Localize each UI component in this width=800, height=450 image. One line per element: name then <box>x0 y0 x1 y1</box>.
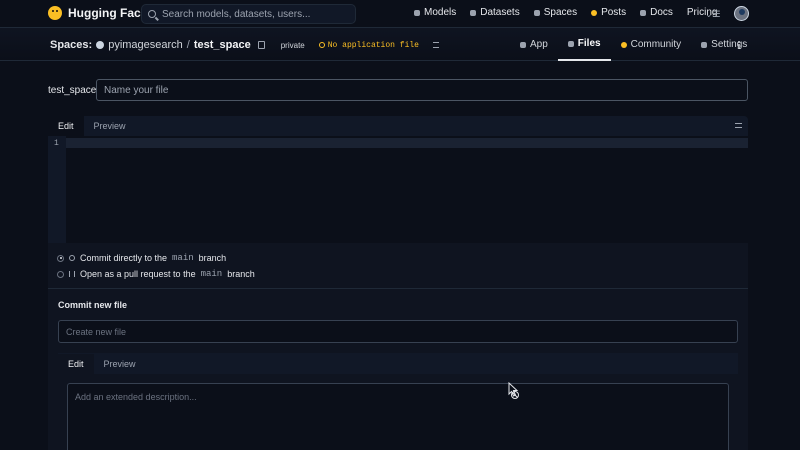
copy-icon[interactable] <box>257 41 265 49</box>
nav-docs[interactable]: Docs <box>640 7 673 18</box>
pull-request-icon <box>69 271 75 277</box>
breadcrumb-separator: / <box>186 39 190 51</box>
top-navbar: Hugging Face Models Datasets Spaces Post… <box>0 0 800 28</box>
nav-links: Models Datasets Spaces Posts Docs Pricin… <box>414 7 717 18</box>
active-line-highlight <box>66 138 748 148</box>
commit-description-input[interactable] <box>68 384 728 450</box>
branch-name: main <box>172 253 194 263</box>
description-tabs: Edit Preview <box>58 353 738 374</box>
tab-files[interactable]: Files <box>557 28 611 61</box>
status-circle-icon <box>318 42 325 48</box>
commit-direct-radio[interactable] <box>57 254 64 262</box>
repo-tabs: App Files Community Settings <box>510 28 757 61</box>
tab-settings[interactable]: Settings <box>691 28 757 61</box>
commit-panel: Commit directly to the main branch Open … <box>48 243 748 450</box>
nav-posts[interactable]: Posts <box>591 7 626 18</box>
search-icon <box>148 10 156 18</box>
avatar[interactable] <box>734 6 749 21</box>
cube-icon <box>414 9 420 16</box>
description-tab-preview[interactable]: Preview <box>94 354 146 374</box>
divider <box>48 288 748 289</box>
line-number: 1 <box>54 139 59 148</box>
pull-request-radio[interactable] <box>57 270 64 278</box>
editor-tab-edit[interactable]: Edit <box>48 116 84 136</box>
repo-header: Spaces: pyimagesearch / test_space priva… <box>0 28 800 61</box>
wrap-lines-icon[interactable] <box>735 123 742 128</box>
grid-icon <box>533 9 540 16</box>
app-icon <box>520 41 526 48</box>
tab-community[interactable]: Community <box>611 28 692 61</box>
more-menu-icon[interactable]: ⌄☰ <box>705 9 721 20</box>
file-name-input[interactable] <box>96 79 748 101</box>
repo-owner-link[interactable]: pyimagesearch <box>108 39 183 51</box>
hugging-face-emoji-icon <box>48 6 62 20</box>
brand-logo[interactable]: Hugging Face <box>48 6 147 20</box>
editor-tab-preview[interactable]: Preview <box>84 116 136 136</box>
mouse-cursor-icon <box>508 382 519 399</box>
visibility-badge: private <box>280 40 305 50</box>
file-path-prefix: test_space/ <box>48 85 100 96</box>
search-box[interactable] <box>141 4 356 24</box>
book-icon <box>640 9 647 16</box>
nav-spaces[interactable]: Spaces <box>533 7 577 18</box>
nav-models[interactable]: Models <box>414 7 456 18</box>
pull-request-option[interactable]: Open as a pull request to the main branc… <box>57 269 255 279</box>
search-input[interactable] <box>162 8 352 20</box>
nav-datasets[interactable]: Datasets <box>470 7 520 18</box>
posts-icon <box>591 9 598 16</box>
commit-direct-option[interactable]: Commit directly to the main branch <box>57 253 226 263</box>
commit-description-box <box>67 383 729 450</box>
community-icon <box>620 41 627 48</box>
options-icon[interactable] <box>432 42 439 48</box>
owner-avatar-icon <box>96 41 105 49</box>
gear-icon <box>701 41 708 48</box>
line-gutter <box>48 136 66 243</box>
branch-name: main <box>200 269 223 279</box>
description-tab-edit[interactable]: Edit <box>58 353 94 374</box>
editor-tabs: Edit Preview <box>48 116 748 136</box>
commit-title-label: Commit new file <box>58 300 128 310</box>
commit-title-input[interactable] <box>58 320 738 343</box>
commit-icon <box>69 255 75 261</box>
database-icon <box>470 9 477 16</box>
status-badge: No application file <box>318 41 419 50</box>
breadcrumb: Spaces: pyimagesearch / test_space priva… <box>50 39 439 51</box>
files-icon <box>567 40 574 47</box>
repo-name-link[interactable]: test_space <box>194 39 251 51</box>
brand-name: Hugging Face <box>68 6 148 20</box>
tab-app[interactable]: App <box>510 28 558 61</box>
kebab-menu-icon[interactable] <box>733 39 745 51</box>
code-editor[interactable]: 1 <box>48 136 748 243</box>
spaces-label[interactable]: Spaces: <box>50 39 92 51</box>
